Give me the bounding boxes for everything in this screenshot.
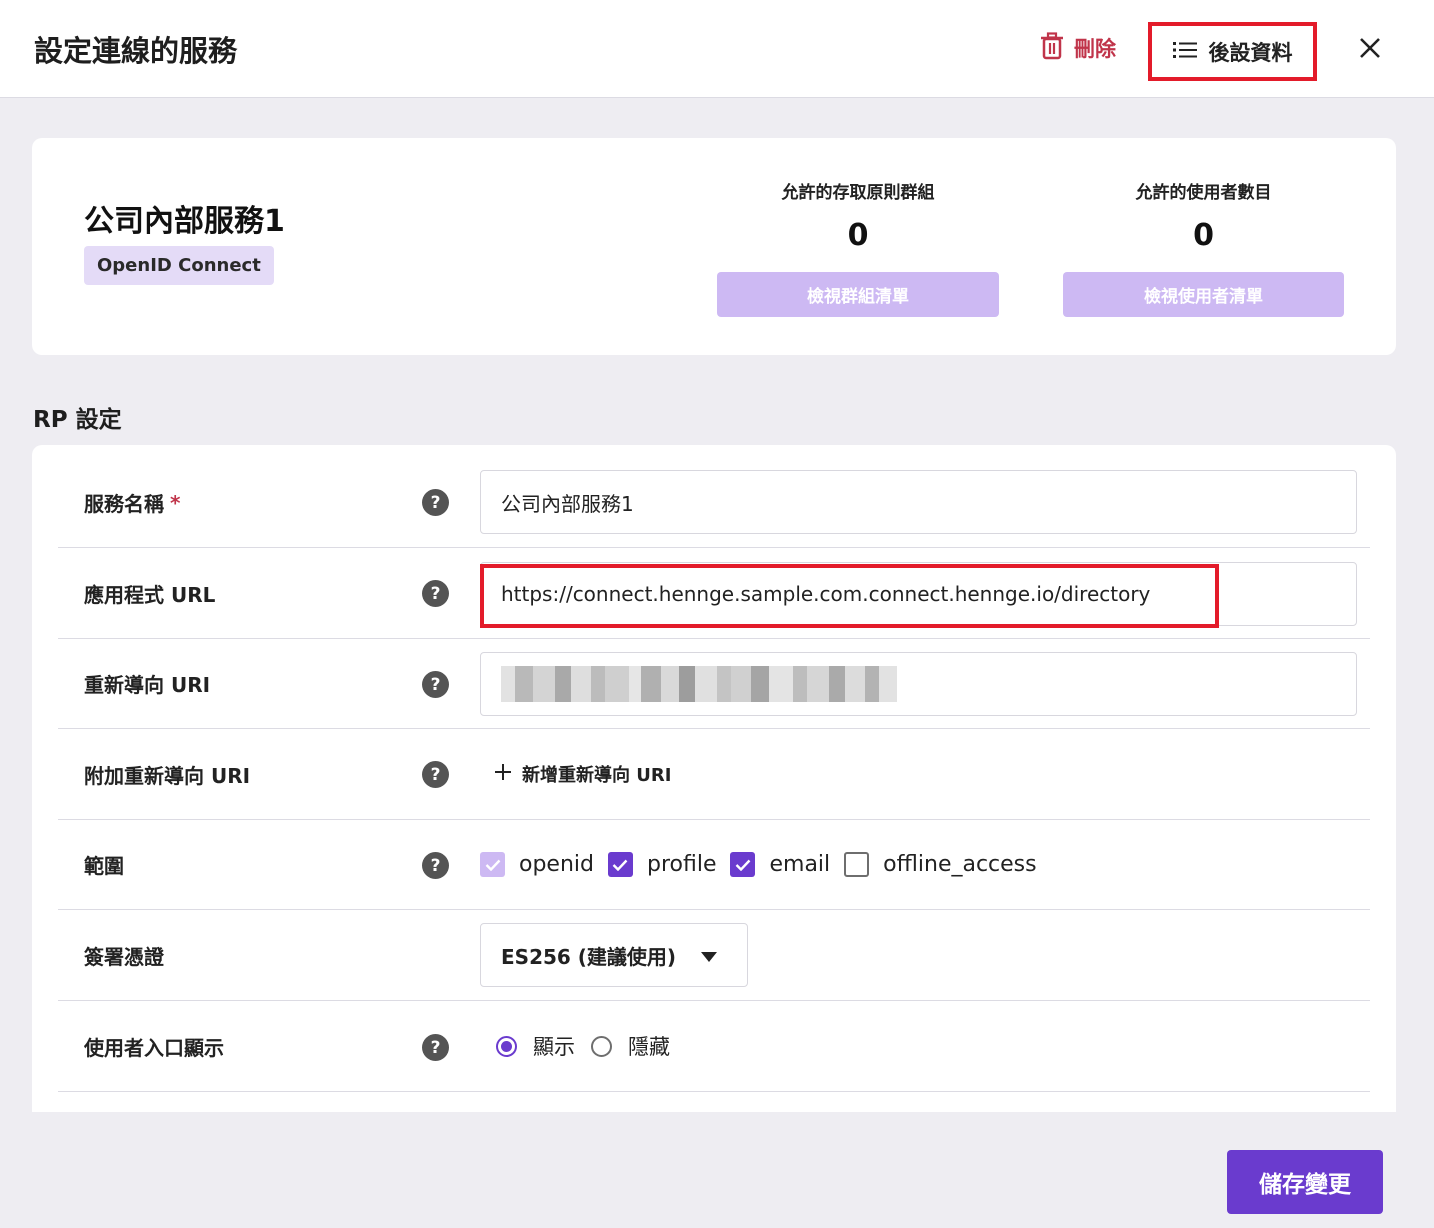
scope-row: 範圍 ? openid profile email offline_access [58, 820, 1370, 910]
scope-profile-label: profile [646, 852, 717, 877]
metadata-label: 後設資料 [1208, 40, 1293, 65]
scope-profile-checkbox[interactable] [607, 852, 633, 877]
signing-cert-row: 簽署憑證 ES256 (建議使用) [58, 910, 1370, 1001]
plus-icon [494, 763, 512, 786]
users-count: 0 [1193, 218, 1214, 253]
trash-icon [1040, 31, 1064, 65]
help-icon[interactable]: ? [422, 761, 449, 788]
extra-redirect-row: 附加重新導向 URI ? 新增重新導向 URI [58, 729, 1370, 820]
help-icon[interactable]: ? [422, 852, 449, 879]
help-icon[interactable]: ? [422, 489, 449, 516]
service-name-label: 服務名稱 * [84, 458, 180, 547]
app-url-label: 應用程式 URL [84, 583, 216, 607]
caret-down-icon [701, 952, 717, 962]
scope-email-checkbox[interactable] [730, 852, 756, 877]
extra-redirect-label: 附加重新導向 URI [84, 763, 251, 788]
redirect-uri-input[interactable] [480, 652, 1357, 716]
add-redirect-uri-button[interactable]: 新增重新導向 URI [494, 729, 671, 819]
portal-display-label: 使用者入口顯示 [84, 1035, 224, 1060]
users-stat-label: 允許的使用者數目 [1135, 183, 1272, 203]
redacted-value [501, 666, 897, 702]
portal-display-row: 使用者入口顯示 ? 顯示 隱藏 [58, 1001, 1370, 1092]
help-icon[interactable]: ? [422, 1034, 449, 1061]
required-mark: * [170, 490, 181, 515]
view-users-button[interactable]: 檢視使用者清單 [1063, 272, 1344, 317]
protocol-badge: OpenID Connect [84, 246, 274, 285]
scope-openid-label: openid [519, 852, 594, 877]
portal-display-options: 顯示 隱藏 [496, 1001, 686, 1091]
signing-cert-label: 簽署憑證 [84, 944, 164, 969]
delete-button[interactable]: 刪除 [1040, 30, 1116, 66]
service-name-label-text: 服務名稱 [84, 492, 164, 516]
service-name-heading: 公司內部服務1 [84, 204, 285, 239]
app-url-input[interactable]: https://connect.hennge.sample.com.connec… [480, 562, 1357, 626]
hide-radio[interactable] [591, 1035, 612, 1057]
scope-offline-access-checkbox[interactable] [844, 852, 870, 877]
page-title: 設定連線的服務 [34, 34, 238, 68]
service-name-input[interactable]: 公司內部服務1 [480, 470, 1357, 534]
redirect-uri-row: 重新導向 URI ? [58, 639, 1370, 729]
service-summary-card: 公司內部服務1 OpenID Connect 允許的存取原則群組 0 檢視群組清… [32, 138, 1396, 355]
metadata-button[interactable]: 後設資料 [1148, 22, 1317, 81]
list-icon [1172, 40, 1197, 64]
dialog-header: 設定連線的服務 刪除 後設資料 [0, 0, 1434, 98]
help-icon[interactable]: ? [422, 671, 449, 698]
check-icon [613, 859, 628, 871]
show-radio-label: 顯示 [533, 1035, 575, 1059]
service-name-row: 服務名稱 * ? 公司內部服務1 [58, 458, 1370, 548]
close-icon [1360, 38, 1380, 58]
view-groups-button[interactable]: 檢視群組清單 [717, 272, 999, 317]
delete-label: 刪除 [1074, 37, 1116, 61]
groups-stat: 允許的存取原則群組 0 檢視群組清單 [717, 178, 999, 317]
signing-cert-select[interactable]: ES256 (建議使用) [480, 923, 748, 987]
close-button[interactable] [1352, 30, 1388, 66]
check-icon [485, 859, 500, 871]
redirect-uri-label: 重新導向 URI [84, 673, 211, 697]
hide-radio-label: 隱藏 [628, 1035, 670, 1059]
groups-count: 0 [847, 218, 869, 253]
check-icon [735, 859, 751, 871]
scope-openid-checkbox [480, 852, 505, 877]
scope-options: openid profile email offline_access [480, 820, 1051, 909]
help-icon[interactable]: ? [422, 580, 449, 607]
show-radio[interactable] [496, 1035, 517, 1057]
scope-email-label: email [769, 852, 831, 877]
scope-label: 範圍 [84, 854, 124, 878]
app-url-row: 應用程式 URL ? https://connect.hennge.sample… [58, 549, 1370, 639]
groups-stat-label: 允許的存取原則群組 [781, 183, 935, 203]
rp-settings-form: 服務名稱 * ? 公司內部服務1 應用程式 URL ? https://conn… [32, 445, 1396, 1112]
users-stat: 允許的使用者數目 0 檢視使用者清單 [1063, 178, 1344, 317]
signing-cert-value: ES256 (建議使用) [501, 944, 677, 969]
save-changes-button[interactable]: 儲存變更 [1227, 1150, 1383, 1214]
rp-section-title: RP 設定 [33, 407, 122, 433]
scope-offline-access-label: offline_access [883, 852, 1037, 877]
add-redirect-uri-label: 新增重新導向 URI [522, 765, 672, 786]
